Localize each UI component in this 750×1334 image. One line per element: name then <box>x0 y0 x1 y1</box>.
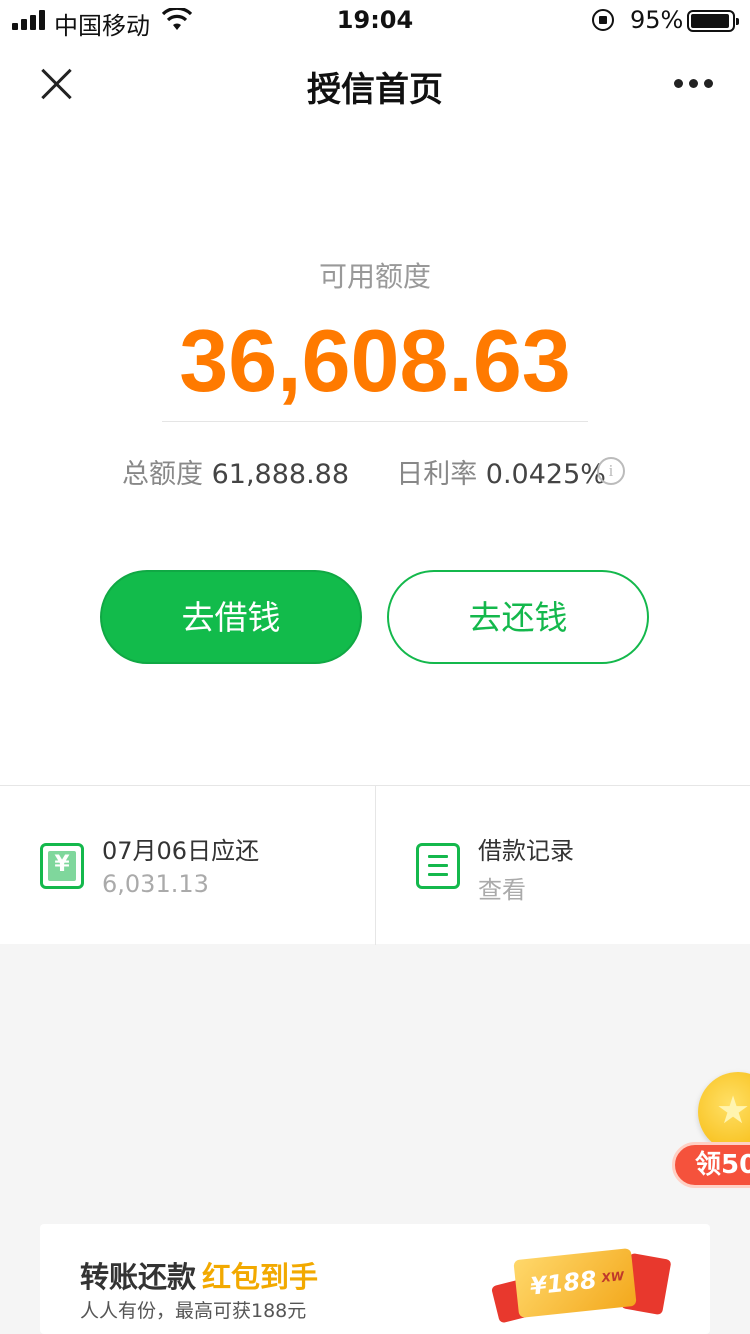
banner-title-main: 转账还款 <box>80 1260 197 1294</box>
due-date-title: 07月06日应还 <box>102 837 260 865</box>
page-title: 授信首页 <box>307 70 443 110</box>
total-credit-value: 61,888.88 <box>211 459 350 490</box>
banner-subtitle: 人人有份，最高可获188元 <box>80 1300 307 1322</box>
status-bar: 中国移动 19:04 95% <box>0 0 750 40</box>
more-dots-icon[interactable] <box>670 76 718 92</box>
available-credit-label: 可用额度 <box>318 260 431 293</box>
repay-button[interactable]: 去还钱 <box>387 570 649 664</box>
available-credit-amount: 36,608.63 <box>179 311 571 410</box>
coupon-text: ¥188 <box>528 1265 599 1301</box>
battery-icon <box>687 10 739 32</box>
floating-reward[interactable]: ★ 领50 <box>670 1068 750 1198</box>
loan-records-title: 借款记录 <box>478 837 574 865</box>
total-credit-label: 总额度 <box>122 459 203 490</box>
divider <box>162 421 588 422</box>
credit-details: 总额度 61,888.88 日利率 0.0425% <box>122 452 606 491</box>
yen-bill-icon: ¥ <box>40 843 84 889</box>
list-icon <box>416 843 460 889</box>
borrow-button[interactable]: 去借钱 <box>100 570 362 664</box>
banner-title: 转账还款 红包到手 <box>80 1254 318 1296</box>
battery-percent: 95% <box>630 6 684 34</box>
loan-records-card[interactable]: 借款记录 查看 <box>375 786 750 945</box>
reward-badge: 领50 <box>672 1142 750 1188</box>
info-icon[interactable]: i <box>597 457 625 485</box>
coupon-tag: XW <box>600 1268 625 1286</box>
loan-records-view: 查看 <box>478 876 526 904</box>
due-payment-card[interactable]: ¥ 07月06日应还 6,031.13 <box>0 786 375 945</box>
daily-rate-value: 0.0425% <box>485 459 606 490</box>
header-panel: 中国移动 19:04 95% 授信首页 可用额度 36,608.63 总额度 6… <box>0 0 750 785</box>
summary-cards: ¥ 07月06日应还 6,031.13 借款记录 查看 <box>0 785 750 945</box>
coupon-icon: ¥188 XW <box>513 1247 637 1319</box>
promo-banner[interactable]: 转账还款 红包到手 人人有份，最高可获188元 ¥188 XW <box>40 1224 710 1334</box>
daily-rate-label: 日利率 <box>396 459 478 490</box>
banner-title-highlight: 红包到手 <box>202 1260 319 1294</box>
orientation-lock-icon <box>592 9 614 31</box>
due-amount: 6,031.13 <box>102 870 209 898</box>
gold-coin-icon: ★ <box>698 1072 750 1152</box>
